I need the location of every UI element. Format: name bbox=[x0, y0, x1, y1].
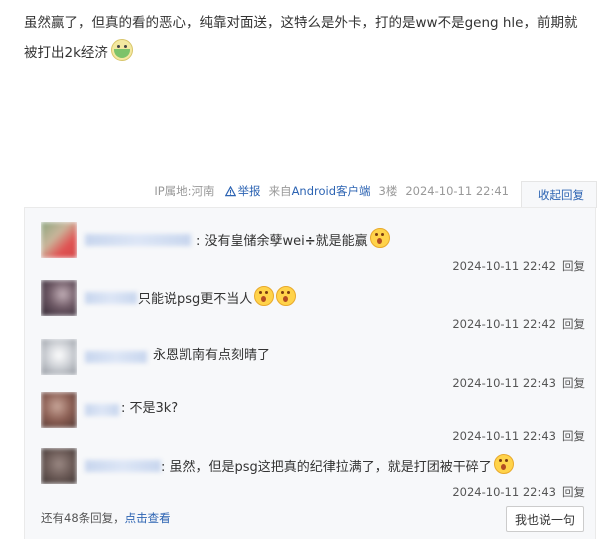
shocked-face-icon bbox=[254, 286, 275, 306]
sick-face-icon bbox=[110, 39, 133, 61]
reply-button[interactable]: 回复 bbox=[562, 485, 585, 499]
ip-location: IP属地:河南 bbox=[154, 184, 215, 198]
reply-time: 2024-10-11 22:42 bbox=[452, 259, 556, 273]
reply-item: : 不是3k? 2024-10-11 22:43 回复 bbox=[41, 392, 585, 444]
reply-text: : 没有皇储余孽wei bbox=[196, 234, 305, 249]
username[interactable] bbox=[85, 460, 161, 472]
reply-button[interactable]: 回复 bbox=[562, 259, 585, 273]
username[interactable] bbox=[85, 234, 191, 246]
report-link[interactable]: 举报 bbox=[238, 183, 261, 199]
reply-item: 只能说psg更不当人 2024-10-11 22:42 回复 bbox=[41, 280, 585, 332]
post-meta-bar: IP属地:河南 举报 来自 Android客户端 3楼 2024-10-11 2… bbox=[146, 180, 597, 208]
more-replies-text: 还有48条回复， bbox=[41, 511, 125, 525]
reply-meta: 2024-10-11 22:43 回复 bbox=[452, 484, 585, 500]
collapse-replies-button[interactable]: 收起回复 bbox=[521, 180, 597, 208]
reply-content: 永恩凯南有点刻晴了 bbox=[153, 345, 270, 367]
reply-item: : 没有皇储余孽wei÷就是能赢 2024-10-11 22:42 回复 bbox=[41, 222, 585, 274]
reply-time: 2024-10-11 22:43 bbox=[452, 376, 556, 390]
reply-time: 2024-10-11 22:42 bbox=[452, 317, 556, 331]
reply-content: : 不是3k? bbox=[121, 398, 178, 420]
username[interactable] bbox=[85, 292, 137, 304]
shocked-face-icon bbox=[369, 228, 390, 248]
view-more-link[interactable]: 点击查看 bbox=[125, 511, 171, 525]
shocked-face-icon bbox=[493, 454, 514, 474]
reply-text: : 不是3k? bbox=[121, 401, 179, 416]
username[interactable] bbox=[85, 404, 119, 416]
reply-text: 只能说psg更不当人 bbox=[138, 292, 253, 307]
write-reply-button[interactable]: 我也说一句 bbox=[506, 506, 584, 532]
reply-button[interactable]: 回复 bbox=[562, 317, 585, 331]
post-text-line-2: 被打出2k经济 bbox=[24, 45, 108, 61]
reply-time: 2024-10-11 22:43 bbox=[452, 429, 556, 443]
avatar[interactable] bbox=[41, 280, 77, 316]
more-replies: 还有48条回复，点击查看 bbox=[41, 510, 171, 526]
reply-meta: 2024-10-11 22:43 回复 bbox=[452, 428, 585, 444]
android-client-link[interactable]: Android客户端 bbox=[292, 183, 371, 199]
reply-time: 2024-10-11 22:43 bbox=[452, 485, 556, 499]
reply-button[interactable]: 回复 bbox=[562, 376, 585, 390]
reply-item: 永恩凯南有点刻晴了 2024-10-11 22:43 回复 bbox=[41, 339, 585, 391]
reply-meta: 2024-10-11 22:42 回复 bbox=[452, 258, 585, 274]
avatar[interactable] bbox=[41, 222, 77, 258]
reply-content: : 虽然，但是psg这把真的纪律拉满了，就是打团被干碎了 bbox=[161, 454, 514, 479]
divide-icon: ÷ bbox=[304, 234, 316, 249]
post-content: 虽然赢了，但真的看的恶心，纯靠对面送，这特么是外卡，打的是ww不是geng hl… bbox=[24, 8, 596, 68]
reply-meta: 2024-10-11 22:42 回复 bbox=[452, 316, 585, 332]
warning-icon[interactable] bbox=[224, 185, 236, 197]
reply-content: : 没有皇储余孽wei÷就是能赢 bbox=[196, 228, 390, 253]
reply-meta: 2024-10-11 22:43 回复 bbox=[452, 375, 585, 391]
post-time: 2024-10-11 22:41 bbox=[405, 184, 509, 198]
post-text-line-1: 虽然赢了，但真的看的恶心，纯靠对面送，这特么是外卡，打的是ww不是geng hl… bbox=[24, 15, 578, 31]
from-label: 来自 bbox=[268, 184, 292, 198]
reply-button[interactable]: 回复 bbox=[562, 429, 585, 443]
reply-text: 永恩凯南有点刻晴了 bbox=[153, 348, 271, 363]
avatar[interactable] bbox=[41, 448, 77, 484]
floor-number: 3楼 bbox=[378, 184, 398, 198]
shocked-face-icon bbox=[276, 286, 297, 306]
reply-item: : 虽然，但是psg这把真的纪律拉满了，就是打团被干碎了 2024-10-11 … bbox=[41, 448, 585, 500]
reply-text: : 虽然，但是psg这把真的纪律拉满了，就是打团被干碎了 bbox=[161, 460, 492, 475]
avatar[interactable] bbox=[41, 339, 77, 375]
username[interactable] bbox=[85, 351, 147, 363]
reply-text-after: 就是能赢 bbox=[315, 234, 368, 249]
reply-content: 只能说psg更不当人 bbox=[138, 286, 297, 311]
avatar[interactable] bbox=[41, 392, 77, 428]
reply-list: : 没有皇储余孽wei÷就是能赢 2024-10-11 22:42 回复 只能说p… bbox=[24, 207, 596, 539]
